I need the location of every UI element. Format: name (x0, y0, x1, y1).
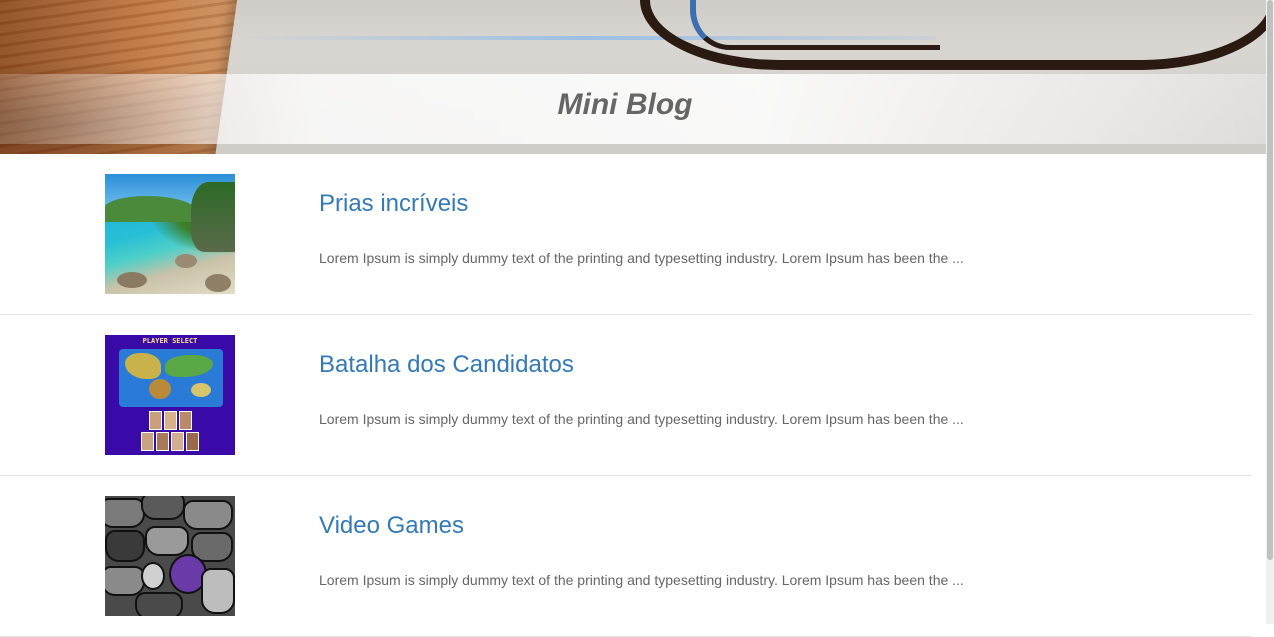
thumb-face (156, 432, 169, 451)
thumb-controller (105, 530, 145, 562)
header-banner (0, 0, 1266, 154)
thumb-land (191, 383, 211, 397)
thumb-face (186, 432, 199, 451)
post-item: PLAYER SELECT Batalha dos Candidatos Lor… (0, 315, 1252, 476)
thumb-rock (205, 274, 231, 292)
vertical-scrollbar-thumb[interactable] (1267, 0, 1273, 560)
thumb-controller (145, 526, 189, 556)
thumb-face (149, 411, 162, 430)
glasses-lens-image (690, 0, 940, 50)
post-list: Prias incríveis Lorem Ipsum is simply du… (0, 154, 1252, 637)
post-item: Video Games Lorem Ipsum is simply dummy … (0, 476, 1252, 637)
post-excerpt: Lorem Ipsum is simply dummy text of the … (319, 250, 964, 266)
post-excerpt: Lorem Ipsum is simply dummy text of the … (319, 411, 964, 427)
thumb-face (171, 432, 184, 451)
post-thumbnail-beach[interactable] (105, 174, 235, 294)
thumb-hill (105, 196, 195, 222)
post-excerpt: Lorem Ipsum is simply dummy text of the … (319, 572, 964, 588)
site-title[interactable]: Mini Blog (0, 88, 1250, 122)
thumb-face (141, 432, 154, 451)
thumb-controller (135, 592, 183, 616)
post-thumbnail-player-select[interactable]: PLAYER SELECT (105, 335, 235, 455)
post-thumbnail-video-games[interactable] (105, 496, 235, 616)
thumb-caption: PLAYER SELECT (142, 337, 198, 345)
thumb-controller (141, 496, 185, 520)
thumb-controller (105, 566, 145, 596)
thumb-controller (105, 498, 145, 528)
thumb-face (179, 411, 192, 430)
thumb-controller (141, 562, 165, 590)
thumb-face (164, 411, 177, 430)
thumb-character-faces (141, 411, 201, 453)
post-title-link[interactable]: Prias incríveis (319, 190, 468, 218)
thumb-controller (201, 568, 235, 614)
thumb-land (149, 379, 171, 399)
thumb-cliff (191, 182, 235, 252)
post-title-link[interactable]: Batalha dos Candidatos (319, 351, 574, 379)
post-item: Prias incríveis Lorem Ipsum is simply du… (0, 154, 1252, 315)
thumb-rock (117, 272, 147, 288)
thumb-rock (175, 254, 197, 268)
post-title-link[interactable]: Video Games (319, 512, 464, 540)
thumb-controller (183, 500, 233, 530)
